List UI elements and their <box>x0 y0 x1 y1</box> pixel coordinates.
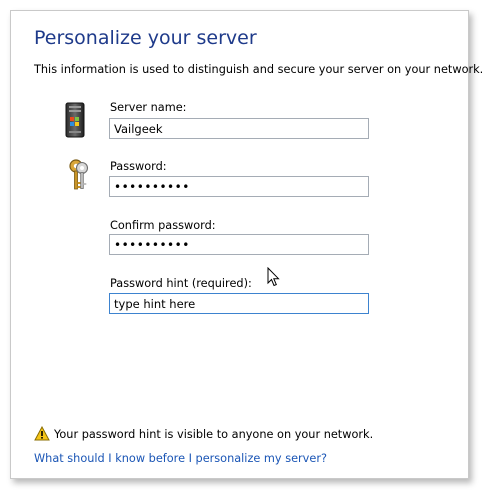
password-input[interactable] <box>109 176 369 197</box>
warning-icon <box>34 426 50 441</box>
page-description: This information is used to distinguish … <box>34 63 483 76</box>
help-link[interactable]: What should I know before I personalize … <box>34 452 327 465</box>
dialog-panel: Personalize your server This information… <box>10 10 483 479</box>
password-hint-input[interactable] <box>109 293 369 314</box>
server-name-label: Server name: <box>110 101 187 114</box>
server-name-input[interactable] <box>109 118 369 139</box>
server-icon <box>65 102 85 138</box>
password-hint-label: Password hint (required): <box>110 277 252 290</box>
keys-icon <box>69 159 89 190</box>
password-label: Password: <box>110 160 167 173</box>
confirm-password-label: Confirm password: <box>110 219 216 232</box>
mouse-cursor-icon <box>267 267 280 287</box>
confirm-password-input[interactable] <box>109 234 369 255</box>
page-title: Personalize your server <box>34 27 257 49</box>
hint-warning-text: Your password hint is visible to anyone … <box>54 428 374 441</box>
